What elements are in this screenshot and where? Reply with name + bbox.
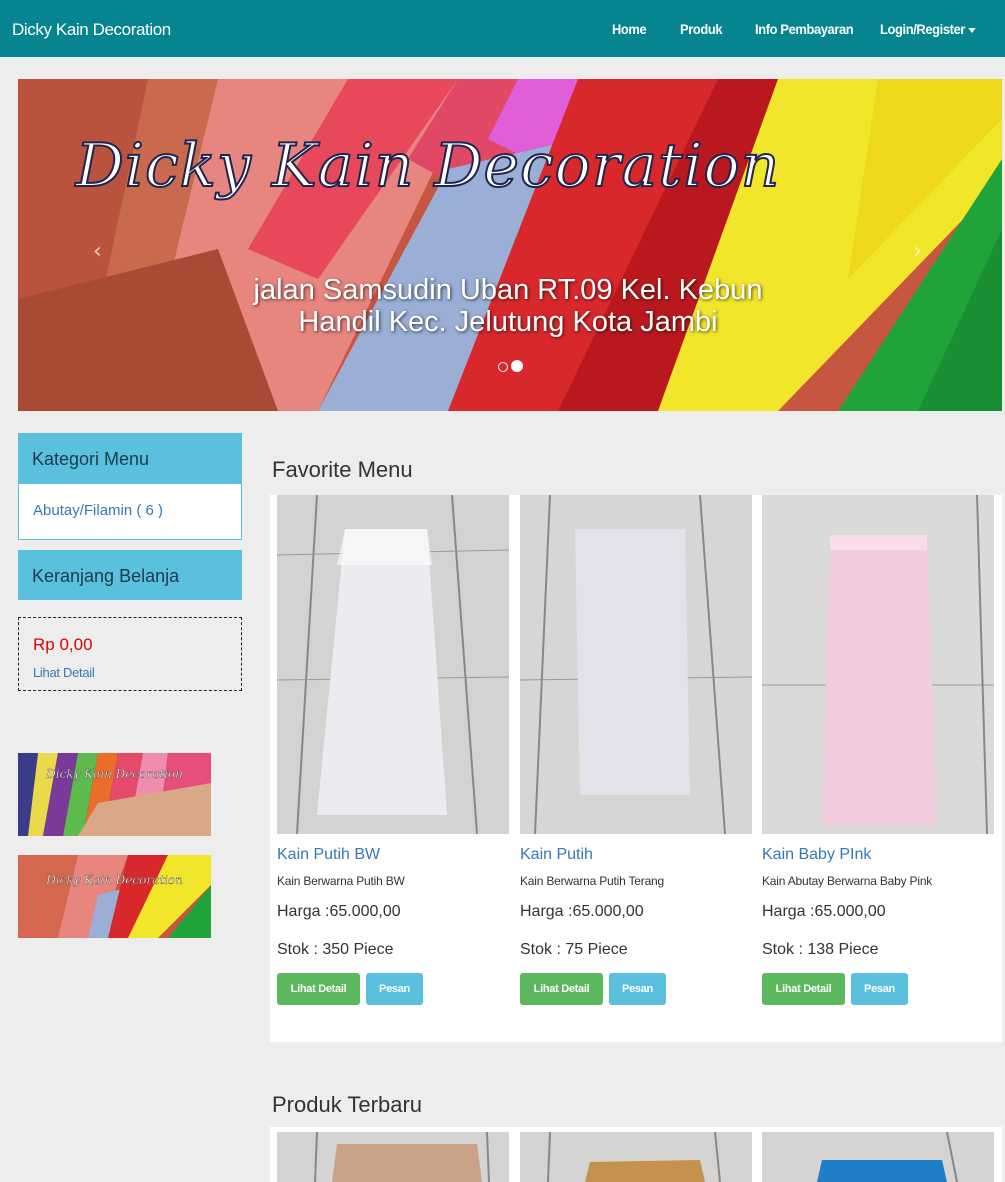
latest-products-panel [270,1127,1002,1182]
side-banner-2-image [18,855,211,938]
latest-product-image-2[interactable] [520,1132,752,1182]
lihat-detail-button[interactable]: Lihat Detail [762,973,845,1005]
cart-heading: Keranjang Belanja [18,550,242,600]
product-image[interactable] [277,495,509,834]
carousel-indicator-2[interactable] [511,360,523,372]
nav-produk[interactable]: Produk [680,21,723,37]
product-image[interactable] [520,495,752,834]
carousel-indicators [498,359,526,377]
carousel-address: jalan Samsudin Uban RT.09 Kel. Kebun Han… [188,274,828,338]
carousel-address-line2: Handil Kec. Jelutung Kota Jambi [298,306,718,338]
category-link-abutay[interactable]: Abutay/Filamin ( 6 ) [33,502,163,519]
nav-home[interactable]: Home [612,21,647,37]
category-list: Abutay/Filamin ( 6 ) [18,483,242,540]
side-banner-1[interactable]: Dicky Kain Decoration [18,753,211,836]
product-name[interactable]: Kain Putih BW [277,846,380,864]
nav-login-register[interactable]: Login/Register [880,21,977,37]
product-name[interactable]: Kain Baby PInk [762,846,871,864]
latest-product-image-3[interactable] [762,1132,994,1182]
cart-total: Rp 0,00 [33,635,93,654]
carousel-next-icon[interactable]: › [913,239,922,264]
product-desc: Kain Abutay Berwarna Baby Pink [762,874,933,888]
nav-login-register-label: Login/Register [880,21,966,37]
product-stock: Stok : 75 Piece [520,941,628,958]
carousel-indicator-1[interactable] [498,362,508,372]
brand-link[interactable]: Dicky Kain Decoration [12,20,171,40]
category-heading: Kategori Menu [18,433,242,483]
carousel-address-line1: jalan Samsudin Uban RT.09 Kel. Kebun [253,274,763,306]
side-banner-2-text: Dicky Kain Decoration [46,873,183,887]
cart-detail-link[interactable]: Lihat Detail [33,665,95,680]
top-navbar: Dicky Kain Decoration Home Produk Info P… [0,0,1005,57]
pesan-button[interactable]: Pesan [609,973,666,1005]
product-name[interactable]: Kain Putih [520,846,593,864]
product-fabric-shape [575,529,690,795]
cart-summary: Rp 0,00 Lihat Detail [18,617,242,691]
caret-down-icon [968,27,977,33]
hero-carousel[interactable]: Dicky Kain Decoration jalan Samsudin Uba… [18,79,1002,411]
lihat-detail-button[interactable]: Lihat Detail [277,973,360,1005]
product-fabric-shape [822,535,937,825]
carousel-prev-icon[interactable]: ‹ [93,239,102,264]
favorite-products-panel: Kain Putih BW Kain Berwarna Putih BW Har… [270,495,1002,1042]
latest-product-image-1[interactable] [277,1132,509,1182]
carousel-title: Dicky Kain Decoration [75,130,781,202]
product-desc: Kain Berwarna Putih Terang [520,874,665,888]
nav-info-pembayaran[interactable]: Info Pembayaran [755,21,854,37]
side-banner-2[interactable]: Dicky Kain Decoration [18,855,211,938]
product-price: Harga :65.000,00 [277,903,401,920]
side-banner-1-text: Dicky Kain Decoration [46,767,183,781]
product-price: Harga :65.000,00 [762,903,886,920]
side-banner-1-image [18,753,211,836]
product-stock: Stok : 138 Piece [762,941,879,958]
product-price: Harga :65.000,00 [520,903,644,920]
favorite-menu-title: Favorite Menu [272,457,413,482]
product-stock: Stok : 350 Piece [277,941,394,958]
pesan-button[interactable]: Pesan [851,973,908,1005]
product-image[interactable] [762,495,994,834]
product-desc: Kain Berwarna Putih BW [277,874,405,888]
latest-products-title: Produk Terbaru [272,1092,423,1117]
pesan-button[interactable]: Pesan [366,973,423,1005]
lihat-detail-button[interactable]: Lihat Detail [520,973,603,1005]
